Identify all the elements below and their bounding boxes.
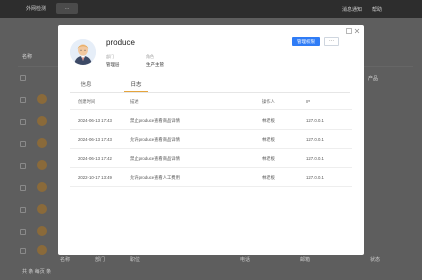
bg-row-checkbox[interactable]: [20, 119, 26, 125]
column-header-created-time: 创建时间: [78, 99, 96, 104]
table-divider: [70, 186, 352, 187]
bg-bottom-cell: 邮箱: [300, 257, 311, 263]
bg-avatar: [37, 116, 47, 126]
bg-pagination: 共 条 每页 条: [22, 269, 52, 275]
department-value: 管理层: [106, 62, 120, 67]
bg-column-tag: 产品: [368, 76, 379, 82]
table-divider: [70, 129, 352, 130]
cell-operator: 林老板: [262, 118, 275, 123]
bg-avatar: [37, 160, 47, 170]
bg-row-checkbox[interactable]: [20, 75, 26, 81]
bg-row-checkbox[interactable]: [20, 248, 26, 254]
column-header-ip: IP: [306, 99, 311, 104]
bg-avatar: [37, 245, 47, 255]
more-options-button[interactable]: ···: [324, 37, 339, 46]
bg-avatar: [37, 138, 47, 148]
bg-row-checkbox[interactable]: [20, 141, 26, 147]
bg-row-checkbox[interactable]: [20, 207, 26, 213]
cell-operator: 林老板: [262, 175, 275, 180]
bg-row-checkbox[interactable]: [20, 163, 26, 169]
maximize-icon[interactable]: [346, 28, 352, 36]
cell-created-time: 2022-10-17 13:49: [78, 175, 112, 180]
user-avatar: [70, 39, 96, 65]
cell-ip: 127.0.0.1: [306, 137, 324, 142]
role-value: 生产主管: [146, 62, 164, 67]
manage-permissions-button[interactable]: 管理权限: [292, 37, 320, 46]
app-title: 外网检测: [26, 6, 47, 12]
cell-created-time: 2024-06-13 17:42: [78, 156, 112, 161]
cell-operator: 林老板: [262, 137, 275, 142]
cell-description: 允许produce查看人工费用: [130, 175, 180, 180]
tab-info[interactable]: 信息: [74, 81, 98, 92]
cell-created-time: 2024-06-13 17:43: [78, 137, 112, 142]
close-icon[interactable]: [354, 28, 360, 36]
bg-avatar: [37, 204, 47, 214]
table-divider: [70, 109, 352, 110]
user-name: produce: [106, 38, 135, 47]
bg-bottom-cell: 名称: [60, 257, 71, 263]
cell-description: 允许produce查看商品详情: [130, 137, 180, 142]
cell-ip: 127.0.0.1: [306, 118, 324, 123]
topbar-chip[interactable]: …: [56, 3, 78, 14]
department-label: 部门: [106, 54, 114, 59]
bg-table-header: 名称: [22, 54, 33, 60]
bg-bottom-cell: 状态: [370, 257, 381, 263]
cell-ip: 127.0.0.1: [306, 156, 324, 161]
bg-row-checkbox[interactable]: [20, 97, 26, 103]
table-divider: [70, 148, 352, 149]
active-tab-indicator: [124, 91, 148, 92]
detail-tabs: 信息 日志: [70, 81, 350, 93]
bg-avatar: [37, 226, 47, 236]
bg-row-checkbox[interactable]: [20, 185, 26, 191]
cell-description: 禁止produce查看商品详情: [130, 156, 180, 161]
bg-row-checkbox[interactable]: [20, 229, 26, 235]
column-header-description: 描述: [130, 99, 139, 104]
cell-operator: 林老板: [262, 156, 275, 161]
cell-created-time: 2024-06-13 17:43: [78, 118, 112, 123]
cell-ip: 127.0.0.1: [306, 175, 324, 180]
table-divider: [70, 167, 352, 168]
role-label: 角色: [146, 54, 154, 59]
cell-description: 禁止produce查看商品详情: [130, 118, 180, 123]
bg-bottom-cell: 部门: [95, 257, 106, 263]
column-header-operator: 操作人: [262, 99, 275, 104]
bg-avatar: [37, 94, 47, 104]
topbar-help-link[interactable]: 帮助: [372, 6, 382, 13]
bg-avatar: [37, 182, 47, 192]
app-topbar: 外网检测 … 消息通知 帮助: [0, 0, 422, 18]
bg-bottom-cell: 电话: [240, 257, 251, 263]
bg-bottom-cell: 职位: [130, 257, 141, 263]
user-detail-modal: produce 部门 管理层 角色 生产主管 管理权限 ··· 信息 日志 创建…: [58, 25, 364, 255]
topbar-notifications-link[interactable]: 消息通知: [342, 6, 362, 13]
